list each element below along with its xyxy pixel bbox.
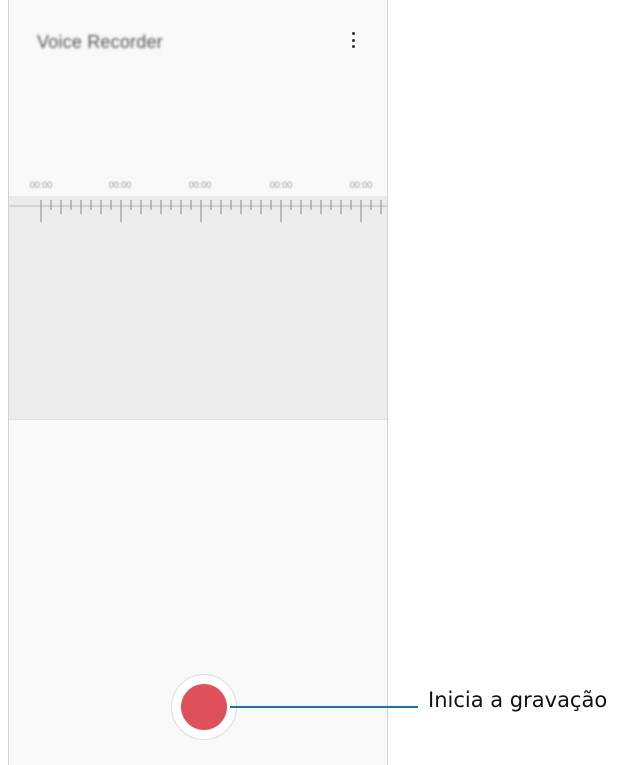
more-dot: [351, 38, 355, 42]
timeline-label: 00:00: [108, 180, 132, 190]
callout-line: [230, 706, 418, 708]
divider: [9, 419, 387, 420]
record-button[interactable]: [171, 674, 237, 740]
timeline-label: 00:00: [188, 180, 212, 190]
waveform-area: [9, 196, 387, 419]
phone-screen: Voice Recorder 00:00 00:00 00:00 00:00 0…: [8, 0, 388, 765]
record-icon: [181, 684, 227, 730]
timeline-ticks: [9, 200, 387, 222]
page: Voice Recorder 00:00 00:00 00:00 00:00 0…: [0, 0, 636, 765]
timeline-label: 00:00: [349, 180, 373, 190]
more-dot: [351, 32, 355, 35]
app-title: Voice Recorder: [37, 32, 163, 52]
callout-label: Inicia a gravação: [428, 688, 608, 712]
timeline-label: 00:00: [269, 180, 293, 190]
timeline-label: 00:00: [29, 180, 53, 190]
more-options-icon[interactable]: [345, 30, 361, 50]
more-dot: [351, 45, 355, 48]
